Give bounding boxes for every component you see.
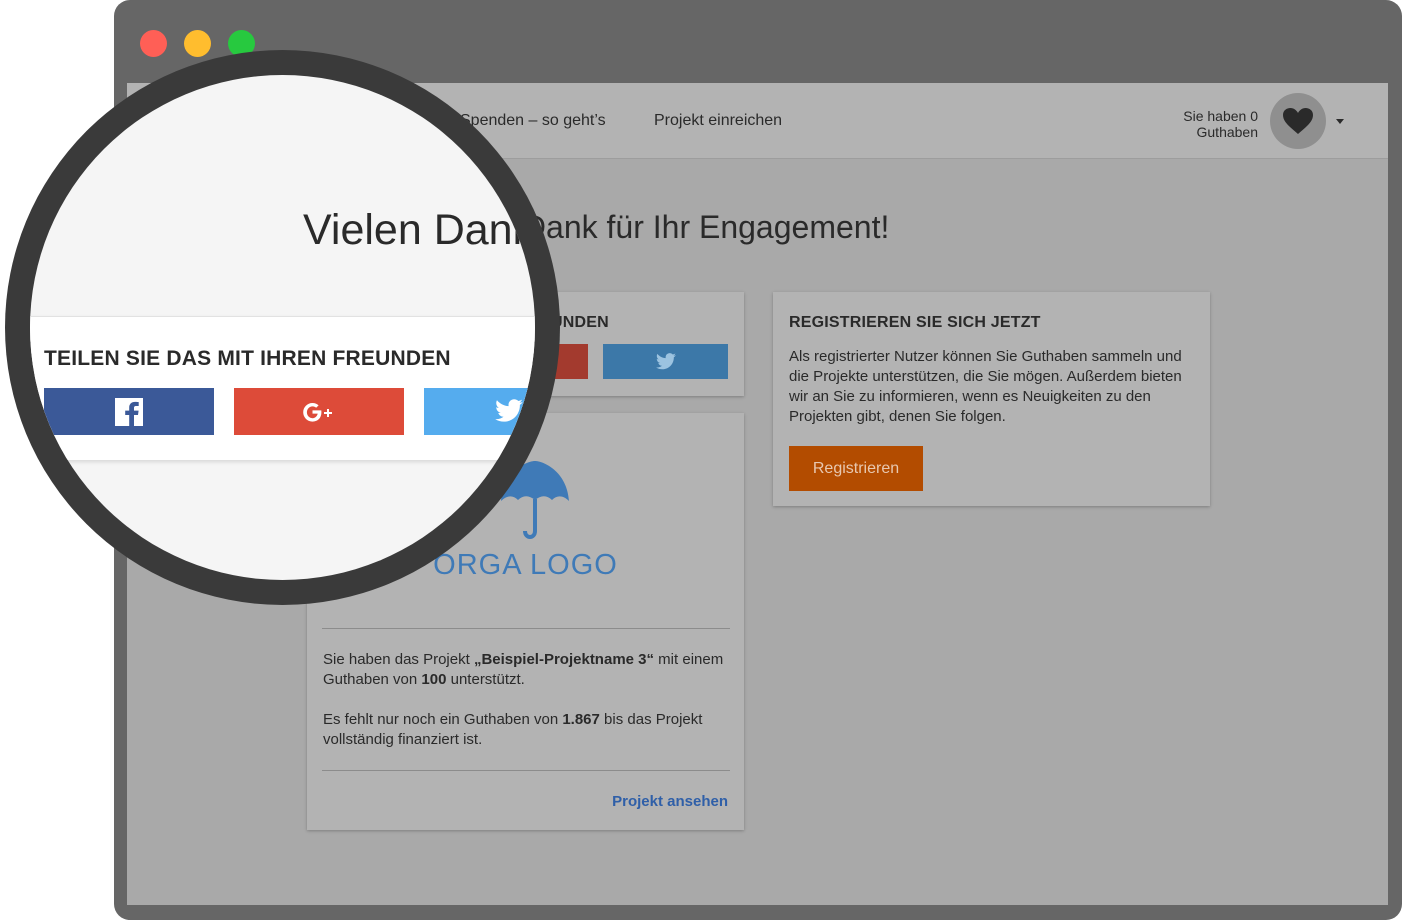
nav-link-submit-project[interactable]: Projekt einreichen <box>654 112 782 130</box>
magnified-headline: Vielen Dank <box>303 206 535 254</box>
window-minimize-button[interactable] <box>184 30 211 57</box>
window-close-button[interactable] <box>140 30 167 57</box>
twitter-icon-magnified <box>495 399 523 422</box>
facebook-icon <box>115 397 143 426</box>
credits-line-2: Guthaben <box>1196 124 1259 140</box>
register-card-text: Als registrierter Nutzer können Sie Guth… <box>789 348 1182 425</box>
support-text-prefix: Sie haben das Projekt <box>323 651 474 668</box>
missing-text-prefix: Es fehlt nur noch ein Guthaben von <box>323 711 563 728</box>
divider-top <box>322 628 730 629</box>
user-avatar[interactable] <box>1270 93 1326 149</box>
view-project-link[interactable]: Projekt ansehen <box>612 793 728 810</box>
magnified-share-panel: TEILEN SIE DAS MIT IHREN FREUNDEN <box>30 316 535 460</box>
nav-link-donate[interactable]: Spenden – so geht’s <box>460 112 606 130</box>
register-button[interactable]: Registrieren <box>789 446 923 491</box>
credits-display: Sie haben 0 Guthaben <box>1183 108 1258 140</box>
magnified-share-title: TEILEN SIE DAS MIT IHREN FREUNDEN <box>44 347 451 370</box>
user-menu-caret-icon[interactable] <box>1336 119 1344 124</box>
divider-bottom <box>322 770 730 771</box>
google-plus-icon <box>303 402 332 422</box>
project-missing-text: Es fehlt nur noch ein Guthaben von 1.867… <box>323 710 733 750</box>
share-twitter-button[interactable] <box>603 344 728 379</box>
google-plus-share-button[interactable] <box>234 388 404 435</box>
register-card: REGISTRIEREN SIE SICH JETZT Als registri… <box>773 292 1210 506</box>
project-support-text: Sie haben das Projekt „Beispiel-Projektn… <box>323 650 733 690</box>
twitter-share-button[interactable] <box>424 388 535 435</box>
heart-icon <box>1283 108 1313 134</box>
missing-amount: 1.867 <box>562 711 600 728</box>
facebook-share-button[interactable] <box>44 388 214 435</box>
supported-amount: 100 <box>421 671 447 688</box>
magnifier-lens: Vielen Dank TEILEN SIE DAS MIT IHREN FRE… <box>30 75 535 580</box>
credits-line-1: Sie haben 0 <box>1183 108 1258 124</box>
project-name: „Beispiel-Projektname 3“ <box>473 651 655 668</box>
magnifier-ring: Vielen Dank TEILEN SIE DAS MIT IHREN FRE… <box>5 50 560 605</box>
support-text-suffix: unterstützt. <box>446 671 525 688</box>
register-card-title: REGISTRIEREN SIE SICH JETZT <box>789 314 1041 331</box>
twitter-icon <box>655 352 676 369</box>
